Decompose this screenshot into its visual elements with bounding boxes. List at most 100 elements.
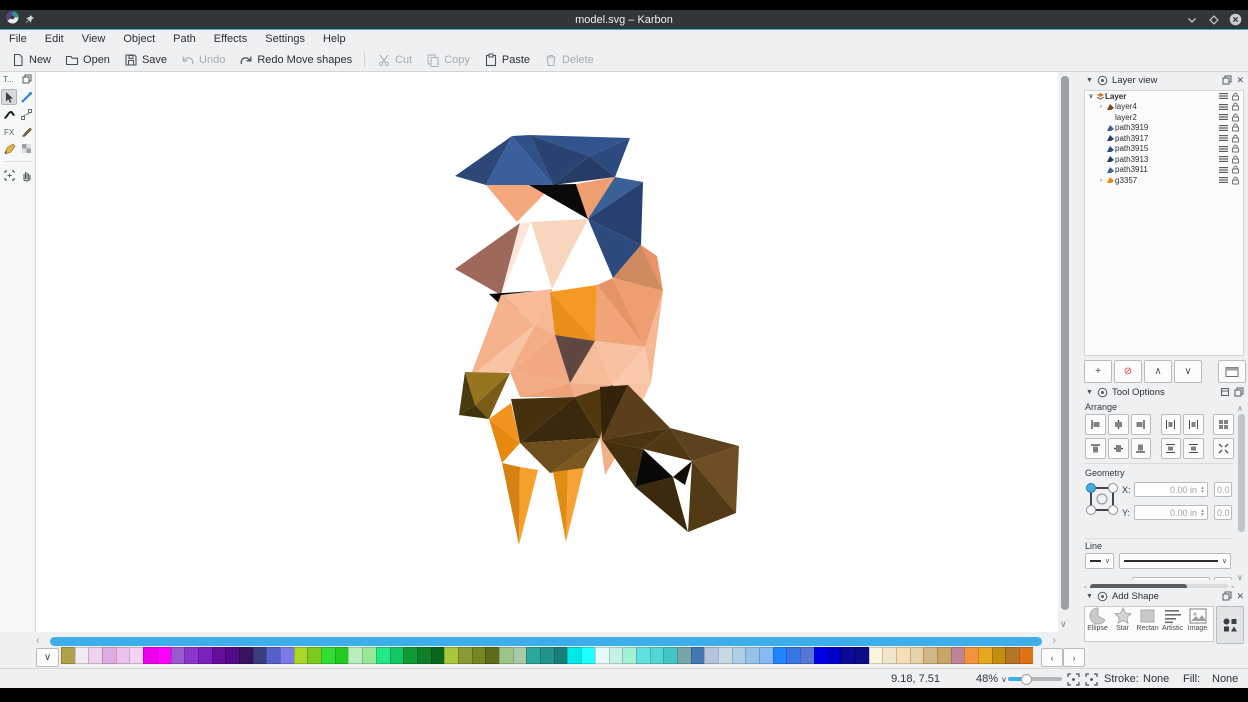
color-swatch-0[interactable] <box>61 647 75 664</box>
line-style-dropdown[interactable]: ∨ <box>1119 553 1231 569</box>
artwork-polygon[interactable] <box>553 470 568 542</box>
select-tool[interactable] <box>1 89 17 105</box>
color-swatch-28[interactable] <box>444 647 458 664</box>
menu-help[interactable]: Help <box>314 30 355 48</box>
canvas[interactable] <box>36 72 1058 632</box>
expand-icon[interactable]: › <box>1097 103 1105 110</box>
artwork-polygon[interactable] <box>635 477 688 532</box>
dock-new-window-icon[interactable] <box>1220 387 1230 397</box>
align-top-button[interactable] <box>1085 438 1106 459</box>
color-swatch-34[interactable] <box>526 647 540 664</box>
group-shapes-button[interactable] <box>1213 414 1234 435</box>
redo-move-shapes-button[interactable]: Redo Move shapes <box>232 51 359 69</box>
layer-row-path3919[interactable]: path3919 <box>1085 123 1243 134</box>
layer-row-path3913[interactable]: path3913 <box>1085 154 1243 165</box>
zoom-slider-handle[interactable] <box>1021 674 1032 685</box>
artwork-polygon[interactable] <box>502 463 520 545</box>
color-swatch-16[interactable] <box>280 647 294 664</box>
artwork-polygon[interactable] <box>673 461 692 485</box>
ungroup-shapes-button[interactable] <box>1213 438 1234 459</box>
color-swatch-57[interactable] <box>841 647 855 664</box>
color-swatch-8[interactable] <box>171 647 185 664</box>
artwork-low-poly-parrot[interactable] <box>445 125 755 565</box>
visibility-menu-icon[interactable] <box>1219 103 1228 111</box>
vertical-scrollbar-thumb[interactable] <box>1238 414 1245 532</box>
pan-tool[interactable] <box>18 167 34 183</box>
color-swatch-25[interactable] <box>403 647 417 664</box>
lock-icon[interactable] <box>1231 144 1240 153</box>
menu-path[interactable]: Path <box>164 30 205 48</box>
artwork-polygon[interactable] <box>566 468 584 542</box>
color-swatch-30[interactable] <box>472 647 486 664</box>
color-swatch-46[interactable] <box>691 647 705 664</box>
thickness-input[interactable]: 0.01 in▲▼ <box>1132 577 1210 580</box>
minimize-button[interactable] <box>1185 13 1198 26</box>
dock-float-icon[interactable] <box>1222 591 1232 601</box>
height-input[interactable]: 0.0 <box>1214 505 1232 520</box>
color-swatch-58[interactable] <box>855 647 869 664</box>
color-swatch-20[interactable] <box>335 647 349 664</box>
distribute-horizontal-left-button[interactable] <box>1161 414 1182 435</box>
dock-float-icon[interactable] <box>1222 75 1232 85</box>
color-swatch-17[interactable] <box>294 647 308 664</box>
visibility-menu-icon[interactable] <box>1219 145 1228 153</box>
color-swatch-45[interactable] <box>677 647 691 664</box>
color-swatch-13[interactable] <box>239 647 253 664</box>
align-center-vertical-button[interactable] <box>1108 438 1129 459</box>
visibility-menu-icon[interactable] <box>1219 113 1228 121</box>
color-swatch-31[interactable] <box>485 647 499 664</box>
color-swatch-66[interactable] <box>964 647 978 664</box>
dock-float-icon[interactable] <box>22 74 32 86</box>
artwork-polygon[interactable] <box>531 219 588 289</box>
color-swatch-1[interactable] <box>75 647 89 664</box>
stroke-value[interactable]: None <box>1143 669 1169 689</box>
color-swatch-67[interactable] <box>978 647 992 664</box>
scroll-up-icon[interactable]: ∧ <box>1237 404 1243 413</box>
lock-icon[interactable] <box>1231 102 1240 111</box>
color-swatch-3[interactable] <box>102 647 116 664</box>
color-swatch-49[interactable] <box>732 647 746 664</box>
color-swatch-36[interactable] <box>554 647 568 664</box>
pattern-tool[interactable] <box>18 140 34 156</box>
color-swatch-65[interactable] <box>951 647 965 664</box>
align-right-button[interactable] <box>1131 414 1152 435</box>
fill-value[interactable]: None <box>1212 669 1238 689</box>
visibility-menu-icon[interactable] <box>1219 92 1228 100</box>
color-swatch-38[interactable] <box>581 647 595 664</box>
color-swatch-69[interactable] <box>1005 647 1019 664</box>
color-swatch-10[interactable] <box>198 647 212 664</box>
visibility-menu-icon[interactable] <box>1219 176 1228 184</box>
color-swatch-9[interactable] <box>184 647 198 664</box>
y-position-input[interactable]: 0.00 in▲▼ <box>1134 505 1208 520</box>
width-input[interactable]: 0.0 <box>1214 482 1232 497</box>
vertical-scrollbar-thumb[interactable] <box>1061 76 1069 610</box>
scroll-right-icon[interactable]: › <box>1053 635 1056 646</box>
artwork-polygon[interactable] <box>519 467 538 545</box>
menu-effects[interactable]: Effects <box>205 30 256 48</box>
color-swatch-14[interactable] <box>253 647 267 664</box>
add-shape-star[interactable]: Star <box>1110 607 1135 632</box>
lock-icon[interactable] <box>1231 134 1240 143</box>
line-width-dropdown[interactable] <box>1214 577 1232 580</box>
color-swatch-29[interactable] <box>458 647 472 664</box>
color-swatch-11[interactable] <box>212 647 226 664</box>
menu-settings[interactable]: Settings <box>256 30 314 48</box>
color-swatch-41[interactable] <box>622 647 636 664</box>
color-swatch-4[interactable] <box>116 647 130 664</box>
fit-width-button[interactable] <box>1085 669 1098 689</box>
layer-row-path3911[interactable]: path3911 <box>1085 165 1243 176</box>
raise-layer-button[interactable]: ∧ <box>1144 360 1172 383</box>
lock-icon[interactable] <box>1231 176 1240 185</box>
visibility-menu-icon[interactable] <box>1219 166 1228 174</box>
add-shape-image[interactable]: Image <box>1185 607 1210 632</box>
save-button[interactable]: Save <box>117 51 174 69</box>
visibility-menu-icon[interactable] <box>1219 134 1228 142</box>
x-position-input[interactable]: 0.00 in▲▼ <box>1134 482 1208 497</box>
canvas-vertical-scrollbar[interactable]: ∨ <box>1059 74 1071 630</box>
maximize-button[interactable] <box>1207 13 1220 26</box>
color-swatch-50[interactable] <box>745 647 759 664</box>
lock-icon[interactable] <box>1231 92 1240 101</box>
tool-options-vertical-scrollbar[interactable]: ∧ ∨ <box>1237 404 1246 582</box>
artwork-polygon[interactable] <box>455 223 520 295</box>
color-swatch-18[interactable] <box>307 647 321 664</box>
